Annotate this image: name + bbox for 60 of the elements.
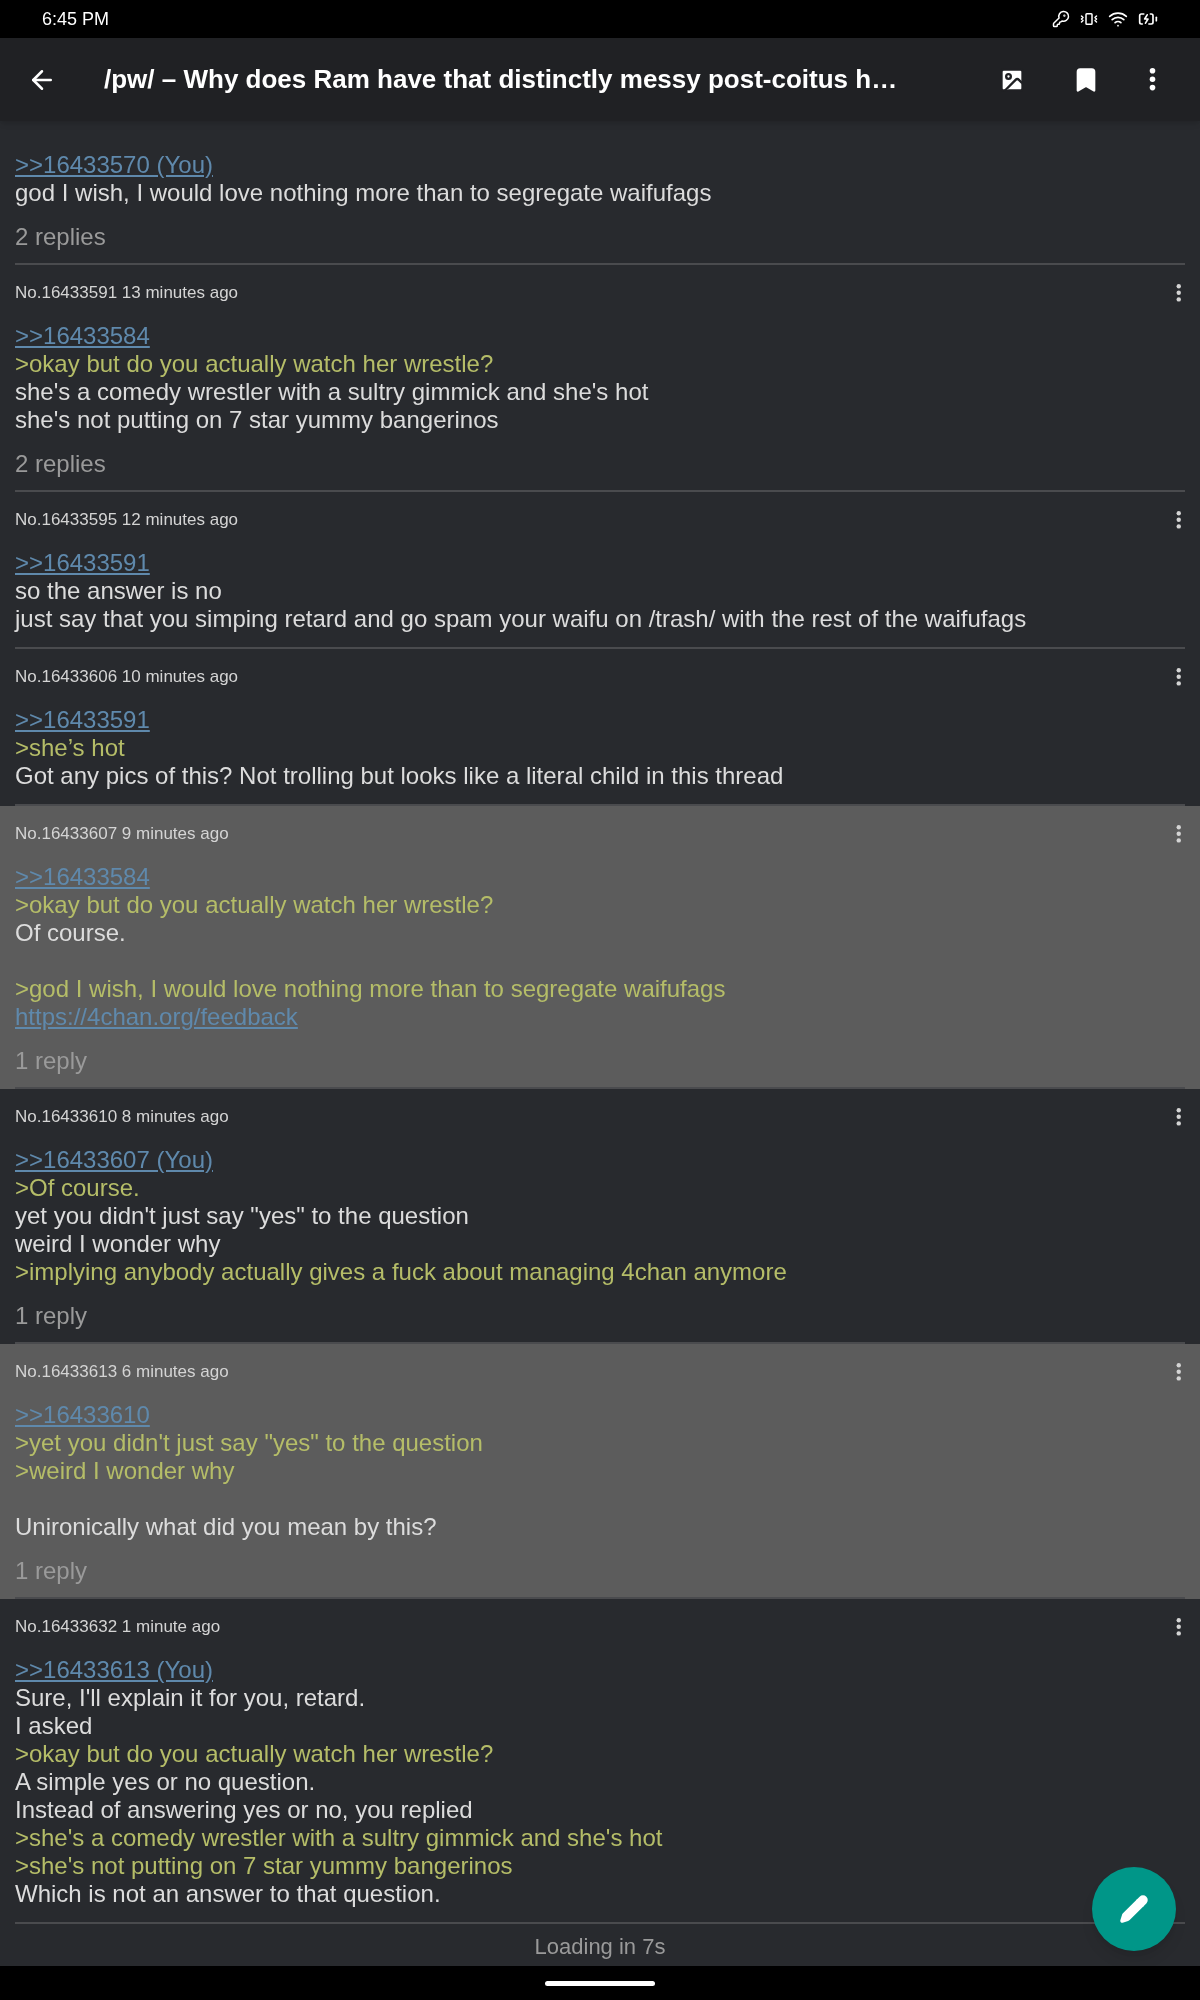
post-text: Got any pics of this? Not trolling but looks like a literal child in this thread — [15, 762, 784, 790]
replies-link[interactable]: 2 replies — [15, 223, 1185, 251]
home-indicator[interactable] — [545, 1980, 655, 1986]
quote-text: >implying anybody actually gives a fuck about managing 4chan anymore — [15, 1258, 787, 1286]
post-link[interactable]: >>16433613 (You) — [15, 1656, 213, 1683]
post-header: No.16433606 10 minutes ago — [15, 667, 239, 687]
more-icon — [1176, 284, 1182, 302]
post-text: so the answer is no — [15, 577, 222, 605]
post-text: yet you didn't just say "yes" to the question — [15, 1202, 469, 1230]
quote-text: >yet you didn't just say "yes" to the question — [15, 1429, 483, 1457]
status-time: 6:45 PM — [42, 7, 110, 31]
pencil-icon — [1119, 1894, 1149, 1924]
post-header: No.16433595 12 minutes ago — [15, 510, 239, 530]
post-header: No.16433591 13 minutes ago — [15, 283, 239, 303]
post-text: god I wish, I would love nothing more than to segregate waifufags — [15, 179, 712, 207]
post-header: No.16433610 8 minutes ago — [15, 1107, 229, 1127]
post-text: Which is not an answer to that question. — [15, 1880, 441, 1908]
more-icon — [1176, 825, 1182, 843]
more-icon — [1148, 68, 1156, 91]
post-link[interactable]: >>16433570 (You) — [15, 151, 213, 178]
more-icon — [1176, 511, 1182, 529]
quote-text: >Of course. — [15, 1174, 140, 1202]
post-text: Sure, I'll explain it for you, retard. — [15, 1684, 366, 1712]
post-text: she's not putting on 7 star yummy bangerinos — [15, 406, 499, 434]
more-icon — [1176, 1108, 1182, 1126]
post-text: I asked — [15, 1712, 93, 1740]
post-link[interactable]: >>16433591 — [15, 706, 150, 733]
post-header: No.16433607 9 minutes ago — [15, 824, 229, 844]
replies-link[interactable]: 1 reply — [15, 1557, 1185, 1585]
wifi-icon — [1108, 9, 1128, 29]
post-link[interactable]: >>16433607 (You) — [15, 1146, 213, 1173]
replies-link[interactable]: 1 reply — [15, 1047, 1185, 1075]
quote-text: >she's a comedy wrestler with a sultry gimmick and she's hot — [15, 1824, 663, 1852]
thread-title: /pw/ – Why does Ram have that distinctly messy post-coitus h… — [104, 63, 899, 96]
quote-text: >she’s hot — [15, 734, 125, 762]
replies-link[interactable]: 2 replies — [15, 450, 1185, 478]
quote-text: >okay but do you actually watch her wrestle? — [15, 1740, 494, 1768]
more-icon — [1176, 668, 1182, 686]
quote-text: >god I wish, I would love nothing more than to segregate waifufags — [15, 975, 726, 1003]
post-text: Of course. — [15, 919, 126, 947]
post-link[interactable]: >>16433591 — [15, 549, 150, 576]
replies-link[interactable]: 1 reply — [15, 1302, 1185, 1330]
post-text: Unironically what did you mean by this? — [15, 1513, 437, 1541]
post-header: No.16433613 6 minutes ago — [15, 1362, 229, 1382]
post-header: No.16433632 1 minute ago — [15, 1617, 221, 1637]
post-text: just say that you simping retard and go spam your waifu on /trash/ with the rest of the waifufags — [15, 605, 1027, 633]
quote-text: >okay but do you actually watch her wrestle? — [15, 350, 494, 378]
post-text: she's a comedy wrestler with a sultry gimmick and she's hot — [15, 378, 649, 406]
key-icon — [1052, 10, 1070, 28]
more-icon — [1176, 1618, 1182, 1636]
post-text: weird I wonder why — [15, 1230, 221, 1258]
post-link[interactable]: >>16433584 — [15, 322, 150, 349]
more-icon — [1176, 1363, 1182, 1381]
quote-text: >okay but do you actually watch her wrestle? — [15, 891, 494, 919]
quote-text: >weird I wonder why — [15, 1457, 235, 1485]
quote-text: >she's not putting on 7 star yummy bangerinos — [15, 1852, 513, 1880]
loading-status: Loading in 7s — [534, 1934, 666, 1960]
post-text: A simple yes or no question. — [15, 1768, 316, 1796]
post-text: Instead of answering yes or no, you replied — [15, 1796, 473, 1824]
vibrate-icon — [1080, 10, 1098, 28]
